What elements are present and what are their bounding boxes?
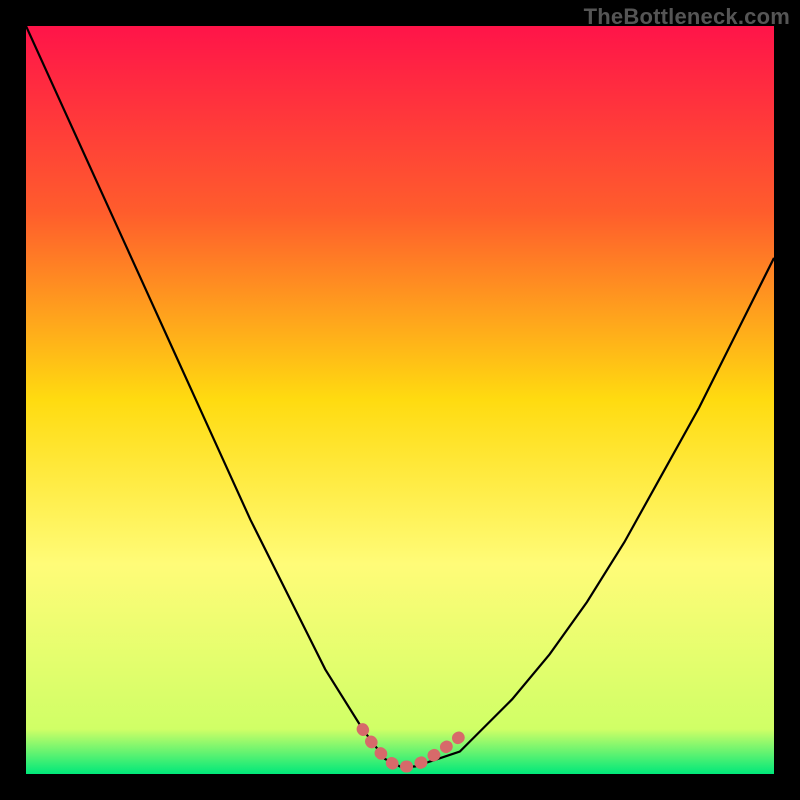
watermark-text: TheBottleneck.com (584, 4, 790, 30)
chart-frame: TheBottleneck.com (0, 0, 800, 800)
plot-area (26, 26, 774, 774)
gradient-background (26, 26, 774, 774)
chart-svg (26, 26, 774, 774)
